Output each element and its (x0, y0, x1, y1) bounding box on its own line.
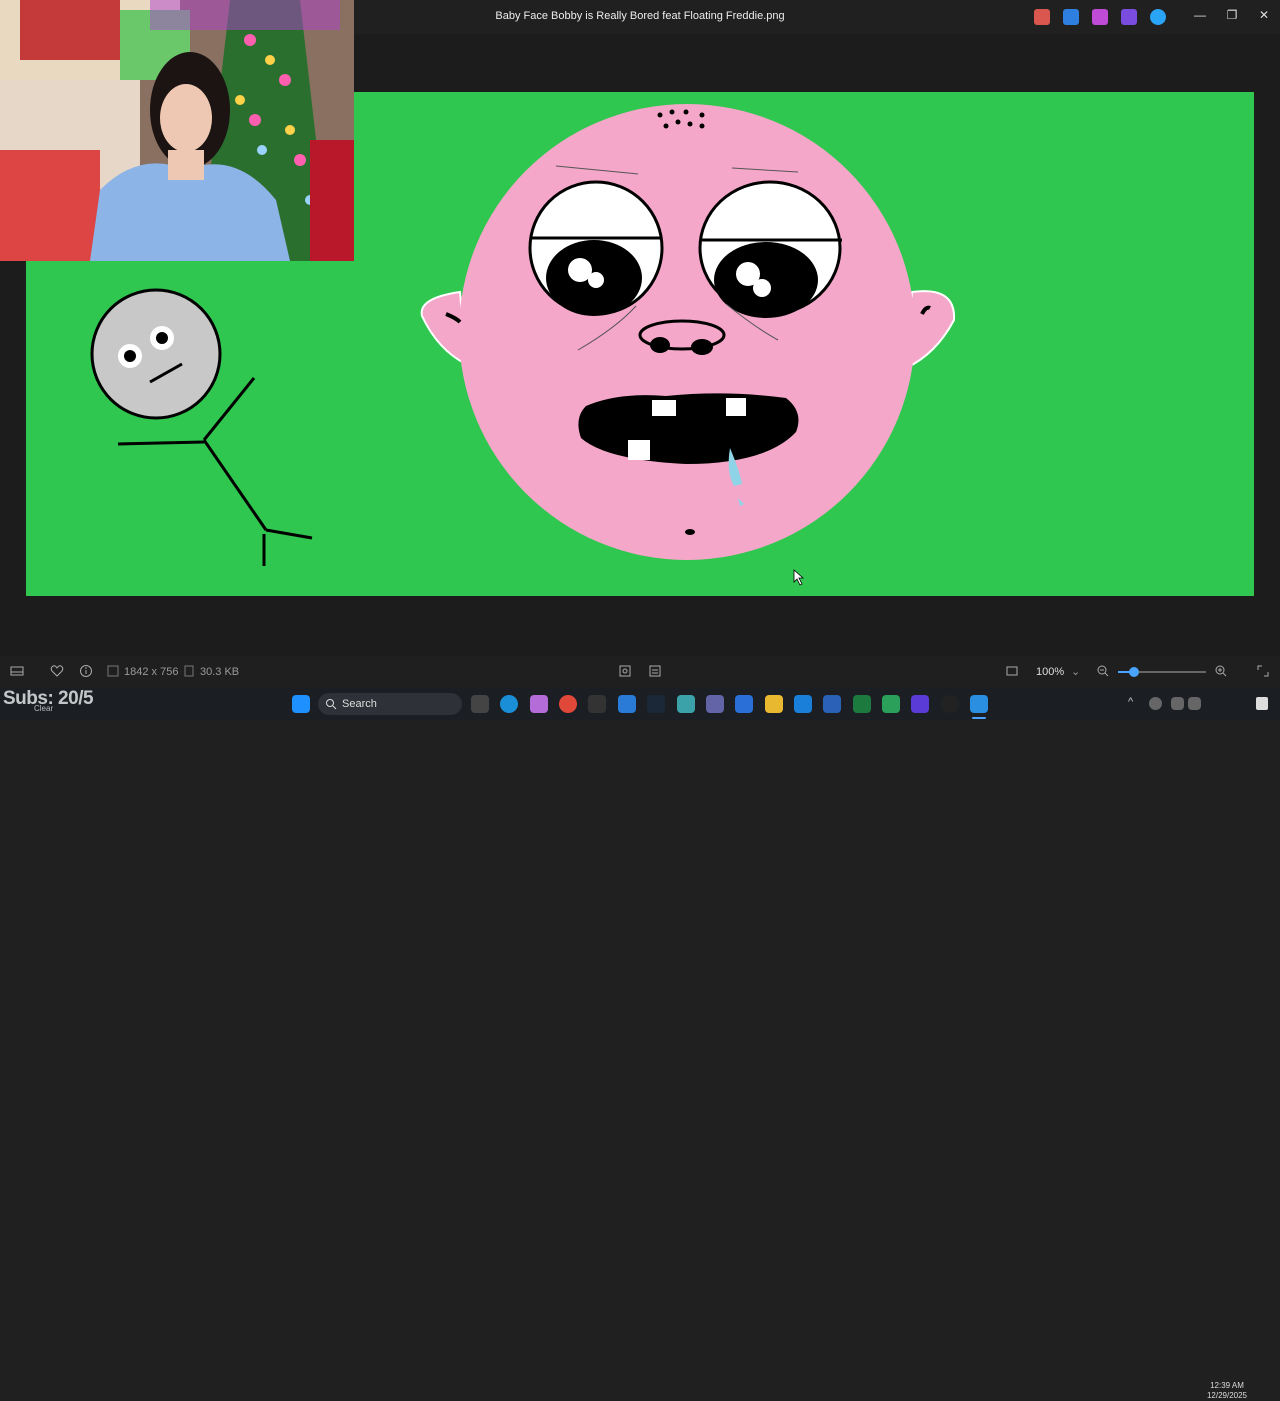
mouse-cursor-icon (793, 569, 805, 586)
minimize-button[interactable]: — (1190, 8, 1210, 22)
edge-icon[interactable] (500, 695, 518, 713)
visual-search-icon[interactable] (648, 664, 662, 678)
status-bar: 1842 x 756 30.3 KB 100% ⌄ (0, 656, 1280, 688)
task-view-icon[interactable] (471, 695, 489, 713)
taskbar-search[interactable]: Search (318, 693, 462, 715)
chrome-icon[interactable] (559, 695, 577, 713)
app-icon-3[interactable] (911, 695, 929, 713)
info-icon[interactable] (79, 664, 93, 678)
search-icon (326, 699, 337, 710)
designer-icon[interactable] (1063, 9, 1079, 25)
xbox-icon[interactable] (853, 695, 871, 713)
clipchamp-icon[interactable] (1092, 9, 1108, 25)
stick-figure-freddie (90, 288, 313, 566)
image-dimensions: 1842 x 756 (124, 666, 179, 678)
active-app-indicator (972, 717, 986, 719)
dimensions-icon (107, 665, 119, 677)
onedrive-icon[interactable] (1150, 9, 1166, 25)
file-size: 30.3 KB (200, 666, 240, 678)
favorite-heart-icon[interactable] (50, 664, 64, 678)
zoom-slider[interactable] (1118, 667, 1206, 677)
health-icon[interactable] (735, 695, 753, 713)
close-button[interactable]: ✕ (1254, 8, 1274, 22)
epic-games-icon[interactable] (588, 695, 606, 713)
webcam-feed (0, 0, 354, 261)
titlebar-app-icons (1034, 9, 1166, 25)
crop-icon[interactable] (618, 664, 632, 678)
filmstrip-icon[interactable] (10, 664, 24, 678)
file-size-icon (184, 665, 194, 677)
store-icon[interactable] (823, 695, 841, 713)
zoom-slider-knob[interactable] (1128, 667, 1139, 677)
clock-time: 12:39 AM (1210, 1381, 1244, 1390)
subs-overlay: Subs: 20/5 (3, 688, 94, 709)
azure-icon[interactable] (618, 695, 636, 713)
network-icon[interactable] (1171, 697, 1184, 710)
start-windows-icon[interactable] (292, 695, 310, 713)
copilot-icon[interactable] (1034, 9, 1050, 25)
zoom-dropdown-chevron-icon[interactable]: ⌄ (1071, 665, 1080, 678)
zoom-level[interactable]: 100% (1036, 666, 1064, 678)
maximize-button[interactable]: ❐ (1222, 8, 1242, 22)
webcam-overlay (0, 0, 354, 261)
fullscreen-icon[interactable] (1256, 664, 1270, 678)
clock[interactable]: 12:39 AM 12/29/2025 (1204, 1381, 1250, 1401)
app-icon[interactable] (677, 695, 695, 713)
zoom-out-icon[interactable] (1096, 664, 1110, 678)
show-hidden-icons-chevron-icon[interactable]: ^ (1128, 696, 1133, 708)
cloud-icon[interactable] (1149, 697, 1162, 710)
clipchamp-video-icon[interactable] (1121, 9, 1137, 25)
volume-icon[interactable] (1188, 697, 1201, 710)
fit-to-window-icon[interactable] (1005, 664, 1019, 678)
search-label: Search (342, 698, 377, 710)
copilot-taskbar-icon[interactable] (530, 695, 548, 713)
photos-icon[interactable] (970, 695, 988, 713)
app-icon-4[interactable] (941, 695, 959, 713)
notification-bell-icon[interactable] (1256, 697, 1268, 710)
taskbar: Search ^ 12:39 AM 12/29/2025 (0, 688, 1280, 1400)
clock-date: 12/29/2025 (1206, 1391, 1248, 1400)
file-explorer-icon[interactable] (765, 695, 783, 713)
baby-face-bobby (420, 104, 956, 560)
app-icon-2[interactable] (882, 695, 900, 713)
mail-icon[interactable] (794, 695, 812, 713)
zoom-in-icon[interactable] (1214, 664, 1228, 678)
steam-icon[interactable] (647, 695, 665, 713)
teams-icon[interactable] (706, 695, 724, 713)
